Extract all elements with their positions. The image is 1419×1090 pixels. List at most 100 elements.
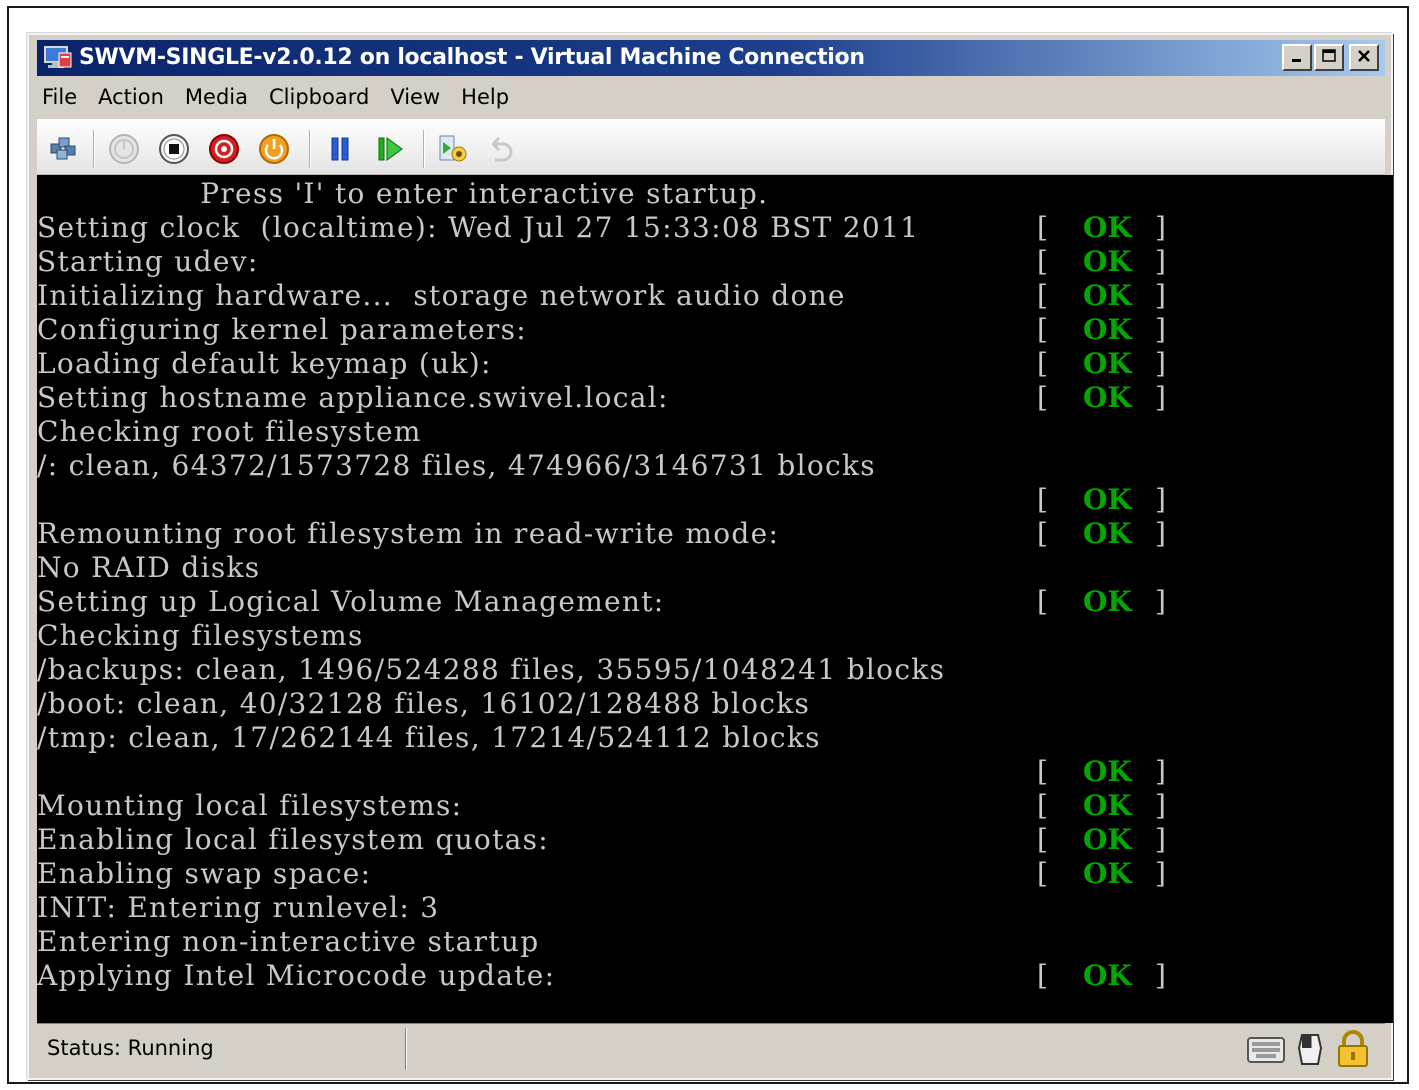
minimize-button[interactable] — [1282, 44, 1312, 71]
ok-bracket-open: [ — [1037, 347, 1048, 380]
console-line: Press 'I' to enter interactive startup. — [37, 177, 769, 210]
console-line: Entering non-interactive startup — [37, 925, 540, 958]
lock-icon — [1333, 1030, 1373, 1072]
revert-icon[interactable] — [483, 132, 517, 166]
console-line: /boot: clean, 40/32128 files, 16102/1284… — [37, 687, 811, 720]
console-line: Enabling local filesystem quotas: — [37, 823, 550, 856]
status-icons — [1245, 1030, 1373, 1072]
start-icon[interactable] — [107, 132, 141, 166]
ok-bracket-close: ] — [1155, 381, 1166, 414]
keyboard-icon — [1245, 1030, 1287, 1072]
ok-status-text: OK — [1083, 517, 1132, 550]
toolbar-separator — [423, 130, 425, 168]
ok-status-text: OK — [1083, 279, 1132, 312]
menu-media[interactable]: Media — [176, 85, 260, 109]
ok-bracket-open: [ — [1037, 823, 1048, 856]
menu-clipboard[interactable]: Clipboard — [260, 85, 381, 109]
console-line: Initializing hardware... storage network… — [37, 279, 846, 312]
console-line: Checking filesystems — [37, 619, 364, 652]
console-line: Mounting local filesystems: — [37, 789, 463, 822]
ok-status-text: OK — [1083, 789, 1132, 822]
console-line: Checking root filesystem — [37, 415, 422, 448]
ok-status-text: OK — [1083, 313, 1132, 346]
shut-down-icon[interactable] — [207, 132, 241, 166]
console-line: /backups: clean, 1496/524288 files, 3559… — [37, 653, 946, 686]
ok-bracket-close: ] — [1155, 823, 1166, 856]
ok-bracket-open: [ — [1037, 789, 1048, 822]
ok-status-text: OK — [1083, 347, 1132, 380]
window-title: SWVM-SINGLE-v2.0.12 on localhost - Virtu… — [79, 45, 865, 70]
turn-off-icon[interactable] — [157, 132, 191, 166]
console-line: Setting up Logical Volume Management: — [37, 585, 665, 618]
menu-file[interactable]: File — [37, 85, 89, 109]
window-controls — [1282, 44, 1379, 71]
ok-bracket-open: [ — [1037, 857, 1048, 890]
console-line: Setting clock (localtime): Wed Jul 27 15… — [37, 211, 920, 244]
ok-bracket-open: [ — [1037, 313, 1048, 346]
reset-icon[interactable] — [373, 132, 407, 166]
ok-bracket-open: [ — [1037, 211, 1048, 244]
ok-bracket-open: [ — [1037, 959, 1048, 992]
ok-status-text: OK — [1083, 585, 1132, 618]
ok-bracket-open: [ — [1037, 279, 1048, 312]
pause-icon[interactable] — [323, 132, 357, 166]
ok-bracket-close: ] — [1155, 211, 1166, 244]
toolbar-separator — [93, 130, 95, 168]
vm-monitor-icon — [43, 45, 73, 71]
console-line: INIT: Entering runlevel: 3 — [37, 891, 440, 924]
ok-bracket-open: [ — [1037, 245, 1048, 278]
console-line: /: clean, 64372/1573728 files, 474966/31… — [37, 449, 876, 482]
ctrl-alt-del-icon[interactable] — [47, 132, 81, 166]
ok-bracket-open: [ — [1037, 517, 1048, 550]
console-line: /tmp: clean, 17/262144 files, 17214/5241… — [37, 721, 821, 754]
ok-bracket-close: ] — [1155, 857, 1166, 890]
minimize-icon — [1289, 48, 1305, 68]
ok-bracket-close: ] — [1155, 245, 1166, 278]
console-line: Enabling swap space: — [37, 857, 372, 890]
console-line: Applying Intel Microcode update: — [37, 959, 556, 992]
snapshot-icon[interactable] — [435, 132, 469, 166]
menu-action[interactable]: Action — [89, 85, 176, 109]
ok-bracket-close: ] — [1155, 279, 1166, 312]
console-line: Setting hostname appliance.swivel.local: — [37, 381, 669, 414]
vm-console-screen[interactable]: Press 'I' to enter interactive startup. S… — [37, 175, 1393, 1023]
console-line: No RAID disks — [37, 551, 261, 584]
menu-bar: File Action Media Clipboard View Help — [37, 79, 1385, 115]
ok-bracket-open: [ — [1037, 585, 1048, 618]
ok-status-text: OK — [1083, 755, 1132, 788]
ok-bracket-close: ] — [1155, 585, 1166, 618]
mouse-icon — [1293, 1030, 1327, 1072]
maximize-button[interactable] — [1314, 44, 1344, 71]
console-line: Remounting root filesystem in read-write… — [37, 517, 780, 550]
close-button[interactable] — [1349, 44, 1379, 71]
ok-status-text: OK — [1083, 483, 1132, 516]
console-line: Starting udev: — [37, 245, 259, 278]
menu-help[interactable]: Help — [452, 85, 521, 109]
menu-view[interactable]: View — [381, 85, 452, 109]
ok-status-text: OK — [1083, 245, 1132, 278]
ok-bracket-close: ] — [1155, 755, 1166, 788]
ok-status-text: OK — [1083, 857, 1132, 890]
toolbar-separator — [309, 130, 311, 168]
maximize-icon — [1321, 48, 1337, 68]
status-divider — [405, 1028, 407, 1070]
status-bar: Status: Running — [37, 1023, 1385, 1073]
ok-bracket-close: ] — [1155, 959, 1166, 992]
vm-status-text: Status: Running — [47, 1036, 214, 1060]
ok-bracket-open: [ — [1037, 755, 1048, 788]
ok-bracket-close: ] — [1155, 789, 1166, 822]
ok-bracket-close: ] — [1155, 483, 1166, 516]
ok-bracket-open: [ — [1037, 483, 1048, 516]
ok-bracket-close: ] — [1155, 347, 1166, 380]
vm-connection-window: SWVM-SINGLE-v2.0.12 on localhost - Virtu… — [27, 33, 1393, 1080]
ok-bracket-open: [ — [1037, 381, 1048, 414]
ok-bracket-close: ] — [1155, 517, 1166, 550]
save-state-icon[interactable] — [257, 132, 291, 166]
console-line: Loading default keymap (uk): — [37, 347, 492, 380]
close-icon — [1356, 48, 1372, 68]
toolbar — [37, 119, 1385, 175]
ok-bracket-close: ] — [1155, 313, 1166, 346]
title-bar[interactable]: SWVM-SINGLE-v2.0.12 on localhost - Virtu… — [37, 40, 1385, 76]
ok-status-text: OK — [1083, 823, 1132, 856]
console-line: Configuring kernel parameters: — [37, 313, 527, 346]
